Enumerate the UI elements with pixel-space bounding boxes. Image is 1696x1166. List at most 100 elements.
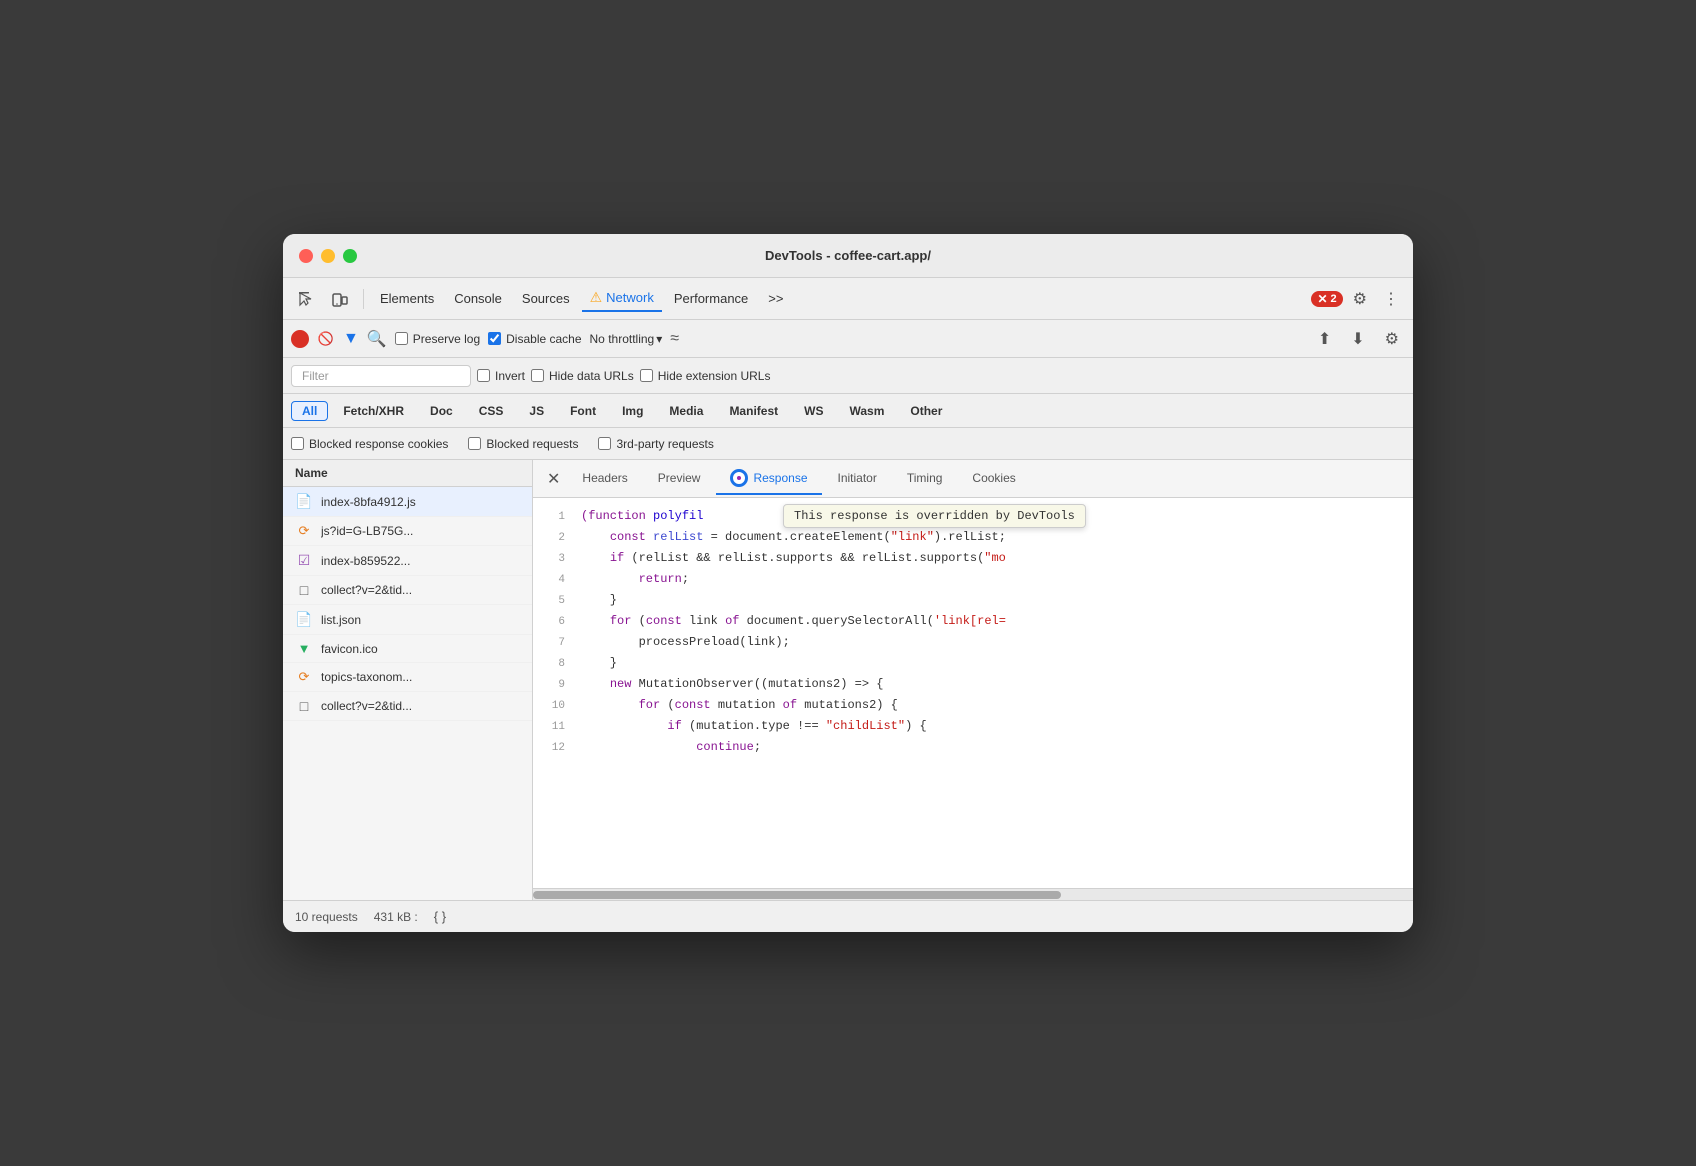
- file-name-3: collect?v=2&tid...: [321, 583, 520, 597]
- error-count: 2: [1331, 293, 1337, 305]
- type-btn-media[interactable]: Media: [658, 401, 714, 421]
- error-badge: ✕ 2: [1311, 291, 1342, 307]
- disable-cache-label[interactable]: Disable cache: [488, 332, 581, 346]
- file-item-list[interactable]: 📄 list.json: [283, 605, 532, 635]
- file-item-topics[interactable]: ⟳ topics-taxonom...: [283, 663, 532, 692]
- minimize-button[interactable]: [321, 249, 335, 263]
- third-party-checkbox[interactable]: [598, 437, 611, 450]
- blocked-cookies-checkbox[interactable]: [291, 437, 304, 450]
- inspect-element-btn[interactable]: [291, 286, 321, 312]
- type-btn-doc[interactable]: Doc: [419, 401, 464, 421]
- code-line-6: 6 for (const link of document.querySelec…: [533, 611, 1413, 632]
- clear-log-btn[interactable]: 🚫: [317, 330, 335, 348]
- file-item-index-b859[interactable]: ☑ index-b859522...: [283, 546, 532, 576]
- code-line-3: 3 if (relList && relList.supports && rel…: [533, 548, 1413, 569]
- type-btn-js[interactable]: JS: [518, 401, 555, 421]
- type-btn-img[interactable]: Img: [611, 401, 654, 421]
- download-icon[interactable]: ⬇: [1345, 325, 1370, 353]
- hide-data-urls-checkbox[interactable]: [531, 369, 544, 382]
- hide-data-urls-label[interactable]: Hide data URLs: [531, 369, 634, 383]
- file-item-index-8bfa[interactable]: 📄 index-8bfa4912.js: [283, 487, 532, 517]
- file-item-collect1[interactable]: □ collect?v=2&tid...: [283, 576, 532, 605]
- file-icon-0: 📄: [295, 493, 313, 510]
- invert-label[interactable]: Invert: [477, 369, 525, 383]
- invert-checkbox[interactable]: [477, 369, 490, 382]
- filter-icon[interactable]: ▼: [343, 330, 359, 348]
- maximize-button[interactable]: [343, 249, 357, 263]
- detail-tab-preview[interactable]: Preview: [644, 465, 715, 493]
- detail-tabs: ✕ Headers Preview Response Initiator Tim…: [533, 460, 1413, 498]
- throttle-arrow: ▾: [656, 332, 662, 346]
- scrollbar-thumb[interactable]: [533, 891, 1061, 899]
- network-subtoolbar: 🚫 ▼ 🔍 Preserve log Disable cache No thro…: [283, 320, 1413, 358]
- file-item-js-lb75g[interactable]: ⟳ js?id=G-LB75G...: [283, 517, 532, 546]
- tab-console[interactable]: Console: [446, 287, 510, 310]
- settings-btn[interactable]: ⚙: [1347, 285, 1373, 313]
- blocked-row: Blocked response cookies Blocked request…: [283, 428, 1413, 460]
- horizontal-scrollbar[interactable]: [533, 888, 1413, 900]
- throttle-select[interactable]: No throttling ▾: [590, 332, 663, 346]
- blocked-cookies-label[interactable]: Blocked response cookies: [291, 437, 448, 451]
- preserve-log-label[interactable]: Preserve log: [395, 332, 480, 346]
- type-btn-wasm[interactable]: Wasm: [838, 401, 895, 421]
- tab-divider: [363, 289, 364, 309]
- type-btn-css[interactable]: CSS: [468, 401, 515, 421]
- file-icon-6: ⟳: [295, 669, 313, 685]
- code-line-10: 10 for (const mutation of mutations2) {: [533, 695, 1413, 716]
- window-title: DevTools - coffee-cart.app/: [765, 248, 931, 263]
- tab-network[interactable]: ⚠ Network: [582, 285, 662, 312]
- device-toolbar-btn[interactable]: [325, 286, 355, 312]
- type-btn-other[interactable]: Other: [899, 401, 953, 421]
- file-name-7: collect?v=2&tid...: [321, 699, 520, 713]
- format-btn[interactable]: { }: [434, 909, 446, 924]
- more-tabs-btn[interactable]: >>: [760, 287, 791, 310]
- main-toolbar: Elements Console Sources ⚠ Network Perfo…: [283, 278, 1413, 320]
- third-party-label[interactable]: 3rd-party requests: [598, 437, 713, 451]
- type-btn-all[interactable]: All: [291, 401, 328, 421]
- hide-extension-urls-label[interactable]: Hide extension URLs: [640, 369, 771, 383]
- blocked-requests-label[interactable]: Blocked requests: [468, 437, 578, 451]
- type-btn-ws[interactable]: WS: [793, 401, 834, 421]
- type-btn-fetch[interactable]: Fetch/XHR: [332, 401, 415, 421]
- detail-tab-timing[interactable]: Timing: [893, 465, 957, 493]
- tab-sources[interactable]: Sources: [514, 287, 578, 310]
- disable-cache-checkbox[interactable]: [488, 332, 501, 345]
- file-item-favicon[interactable]: ▼ favicon.ico: [283, 635, 532, 663]
- file-list: Name 📄 index-8bfa4912.js ⟳ js?id=G-LB75G…: [283, 460, 533, 900]
- status-bar: 10 requests 431 kB : { }: [283, 900, 1413, 932]
- file-item-collect2[interactable]: □ collect?v=2&tid...: [283, 692, 532, 721]
- requests-count: 10 requests: [295, 910, 358, 924]
- record-btn[interactable]: [291, 330, 309, 348]
- close-button[interactable]: [299, 249, 313, 263]
- detail-tab-response[interactable]: Response: [716, 463, 821, 495]
- detail-tab-cookies[interactable]: Cookies: [958, 465, 1029, 493]
- tab-performance[interactable]: Performance: [666, 287, 756, 310]
- code-line-4: 4 return;: [533, 569, 1413, 590]
- hide-extension-urls-checkbox[interactable]: [640, 369, 653, 382]
- code-line-5: 5 }: [533, 590, 1413, 611]
- upload-icon[interactable]: ⬆: [1312, 325, 1337, 353]
- device-icon: [331, 290, 349, 308]
- network-settings-btn[interactable]: ⚙: [1379, 325, 1405, 353]
- file-list-header: Name: [283, 460, 532, 487]
- title-bar: DevTools - coffee-cart.app/: [283, 234, 1413, 278]
- filter-input[interactable]: [291, 365, 471, 387]
- code-line-8: 8 }: [533, 653, 1413, 674]
- code-line-7: 7 processPreload(link);: [533, 632, 1413, 653]
- type-btn-manifest[interactable]: Manifest: [718, 401, 789, 421]
- detail-tab-headers[interactable]: Headers: [568, 465, 641, 493]
- error-x: ✕: [1317, 292, 1327, 306]
- detail-tab-initiator[interactable]: Initiator: [824, 465, 891, 493]
- blocked-requests-checkbox[interactable]: [468, 437, 481, 450]
- type-filter-row: All Fetch/XHR Doc CSS JS Font Img Media …: [283, 394, 1413, 428]
- file-name-4: list.json: [321, 613, 520, 627]
- more-options-btn[interactable]: ⋮: [1377, 285, 1405, 313]
- tab-elements[interactable]: Elements: [372, 287, 442, 310]
- preserve-log-checkbox[interactable]: [395, 332, 408, 345]
- detail-close-btn[interactable]: ✕: [541, 467, 566, 491]
- search-icon[interactable]: 🔍: [367, 329, 387, 349]
- main-content: Name 📄 index-8bfa4912.js ⟳ js?id=G-LB75G…: [283, 460, 1413, 900]
- filter-row: Invert Hide data URLs Hide extension URL…: [283, 358, 1413, 394]
- type-btn-font[interactable]: Font: [559, 401, 607, 421]
- code-area[interactable]: This response is overridden by DevTools …: [533, 498, 1413, 888]
